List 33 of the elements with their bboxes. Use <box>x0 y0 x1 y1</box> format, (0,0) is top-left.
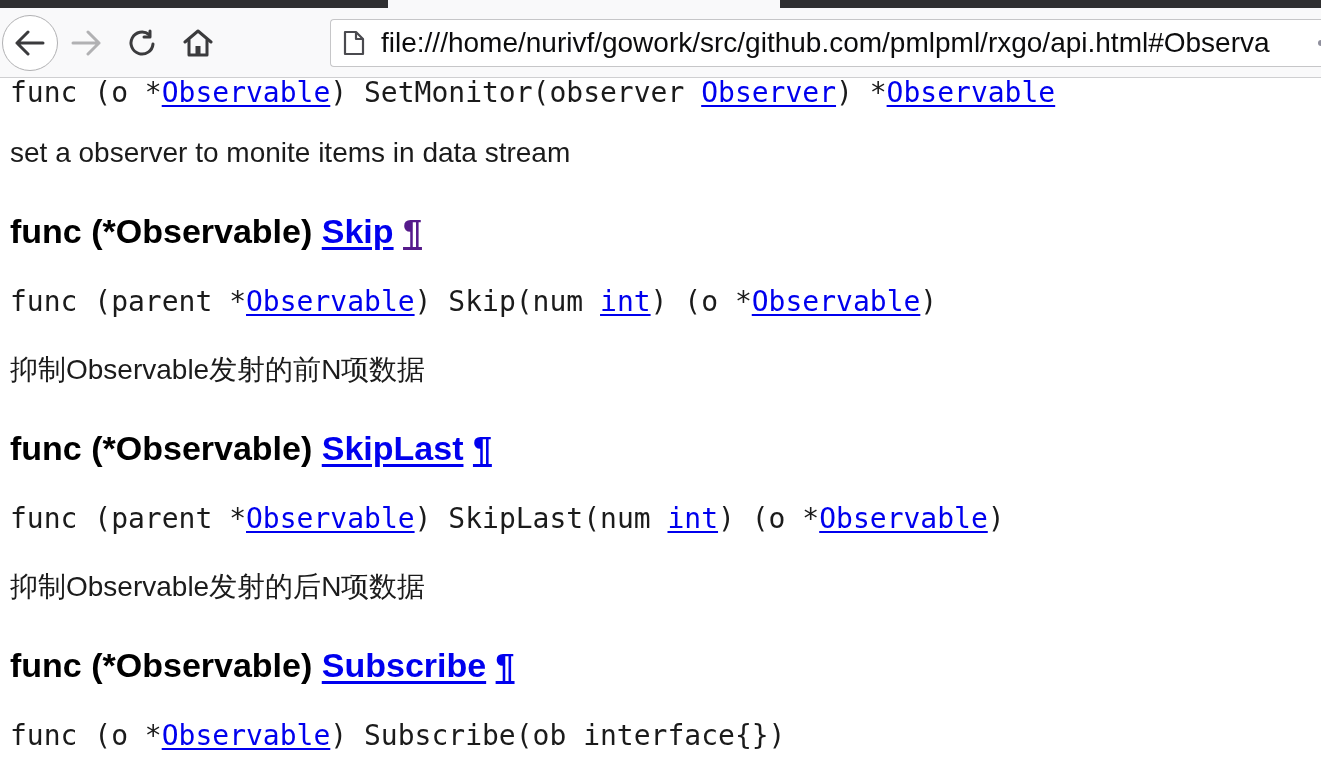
description-text: set a observer to monite items in data stream <box>10 137 571 169</box>
type-link[interactable]: Observable <box>161 719 331 751</box>
arrow-left-icon <box>15 29 45 56</box>
type-link[interactable]: Observable <box>886 78 1056 109</box>
heading-text: func (*Observable) <box>10 428 313 468</box>
url-field[interactable]: file:///home/nurivf/gowork/src/github.com/pmlpml/rxgo/api.html#Observa <box>330 18 1321 67</box>
type-link[interactable]: Observer <box>701 78 837 109</box>
type-link[interactable]: Observable <box>161 78 331 109</box>
type-link[interactable]: Observable <box>246 285 415 318</box>
page-icon <box>343 29 365 56</box>
arrow-right-icon <box>71 29 101 56</box>
anchor-link[interactable]: ¶ <box>495 645 515 685</box>
heading-text: func (*Observable) <box>10 645 313 685</box>
code-signature: func (o *Observable) SetMonitor(observer Observer) *Observable <box>10 78 1056 108</box>
type-link[interactable]: Observable <box>819 502 988 535</box>
heading-text: func (*Observable) <box>10 211 313 251</box>
method-link[interactable]: Skip <box>321 211 394 251</box>
code-signature: func (parent *Observable) Skip(num int) (o *Observable) <box>10 287 938 317</box>
anchor-link[interactable]: ¶ <box>472 428 492 468</box>
type-link[interactable]: int <box>600 285 651 318</box>
method-link[interactable]: Subscribe <box>321 645 487 685</box>
method-link[interactable]: SkipLast <box>321 428 464 468</box>
anchor-link[interactable]: ¶ <box>403 211 422 251</box>
description-text: 抑制Observable发射的前N项数据 <box>10 354 426 386</box>
code-signature: func (parent *Observable) SkipLast(num int) (o *Observable) <box>10 504 1005 534</box>
code-signature: func (o *Observable) Subscribe(ob interface{}) <box>10 721 786 751</box>
url-text: file:///home/nurivf/gowork/src/github.com/pmlpml/rxgo/api.html#Observa <box>381 26 1270 59</box>
type-link[interactable]: Observable <box>246 502 415 535</box>
reload-icon <box>128 28 156 57</box>
type-link[interactable]: Observable <box>751 285 921 318</box>
type-link[interactable]: int <box>667 502 719 535</box>
description-text: 抑制Observable发射的后N项数据 <box>10 571 426 603</box>
home-icon <box>183 28 213 57</box>
